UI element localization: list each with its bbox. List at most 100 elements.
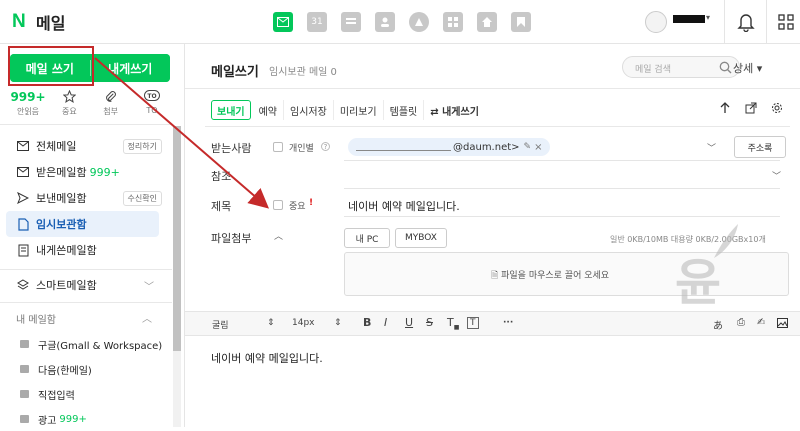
bold-button[interactable]: B [363,316,371,329]
close-icon[interactable]: × [534,142,542,153]
detail-label: 상세 [733,62,754,75]
memo-icon[interactable] [443,12,463,32]
text-color-icon[interactable]: T■ [447,316,459,331]
recipient-chip[interactable]: @daum.net> ✎ × [348,138,550,156]
divider [0,302,172,303]
font-select[interactable]: 굴림 [212,318,229,331]
draft-count[interactable]: 임시보관 메일 0 [269,63,337,78]
scrollbar-thumb[interactable] [173,126,181,351]
mailbox-smart[interactable]: 스마트메일함 ﹀ [0,272,172,298]
my-mailbox-heading[interactable]: 내 메일함 [16,311,56,326]
home-icon[interactable] [477,12,497,32]
chevron-down-icon[interactable]: ﹀ [772,169,781,182]
sidebar-scrollbar[interactable] [173,126,181,427]
mailbox-sent[interactable]: 보낸메일함 수신확인 [0,185,172,211]
bookmark-icon[interactable] [511,12,531,32]
preview-button[interactable]: 미리보기 [334,100,384,120]
mailbox-inbox[interactable]: 받은메일함 999+ [0,159,172,185]
mybox-button[interactable]: MYBOX [395,228,447,248]
quick-label: 안읽음 [16,107,40,116]
contacts-icon[interactable] [341,12,361,32]
editor-body[interactable]: 네이버 예약 메일입니다. [211,350,323,366]
italic-button[interactable]: I [384,316,387,329]
drive-icon[interactable] [409,12,429,32]
read-receipt-button[interactable]: 수신확인 [122,190,162,206]
help-icon[interactable]: ? [321,142,330,151]
folder-item[interactable]: 구글(Gmall & Workspace) [0,332,172,356]
quick-label: 중요 [61,107,77,116]
quick-important[interactable]: 중요 [51,90,87,122]
sort-icon[interactable]: ⇕ [267,318,275,328]
quick-unread[interactable]: 999+ 안읽음 [10,90,46,122]
send-icon [16,191,30,205]
chevron-down-icon[interactable]: ▾ [706,13,710,22]
folder-item[interactable]: 다음(한메일) [0,357,172,381]
naver-logo-letter: N [12,11,26,32]
gear-icon[interactable] [771,102,783,117]
sort-icon[interactable]: ⇕ [334,318,342,328]
chevron-down-icon[interactable]: ﹀ [707,141,716,154]
logo[interactable]: N 메일 [12,10,65,34]
app-switcher: 31 [273,12,531,32]
arrow-up-icon[interactable] [719,102,731,117]
quick-filters: 999+ 안읽음 중요 첨부 TO TO [10,90,170,122]
write-to-self-toggle[interactable]: ⇄ 내게쓰기 [424,100,485,120]
template-button[interactable]: 템플릿 [384,100,425,120]
underline-button[interactable]: U [405,316,413,329]
subject-label: 제목 [211,200,232,213]
mailbox-label: 받은메일함 [36,166,87,179]
note-icon [16,243,30,257]
schedule-button[interactable]: 예약 [253,100,285,120]
draft-icon [16,217,30,231]
font-size-select[interactable]: 14px [292,318,315,328]
bell-icon[interactable] [737,12,755,33]
search-icon[interactable] [719,61,732,77]
quick-label: 첨부 [103,107,119,116]
organize-button[interactable]: 정리하기 [122,138,162,154]
sidebar: 메일 쓰기 내게쓰기 999+ 안읽음 중요 첨부 TO TO 전체메일 정리하… [0,44,185,427]
search-input[interactable]: 메일 검색 [622,56,740,78]
edit-icon[interactable]: ✎ [524,142,532,152]
spellcheck-icon[interactable]: あ [713,317,723,332]
popout-icon[interactable] [745,102,757,117]
mailbox-drafts[interactable]: 임시보관함 [6,211,159,237]
address-book-icon[interactable] [375,12,395,32]
folder-item[interactable]: 직접입력 [0,382,172,406]
text-background-icon[interactable]: T [467,317,479,329]
image-icon[interactable] [777,318,788,331]
private-checkbox[interactable] [273,142,283,152]
divider [766,0,767,44]
mailbox-all[interactable]: 전체메일 정리하기 [0,133,172,159]
send-button[interactable]: 보내기 [211,100,251,120]
save-icon[interactable]: ⎙ [737,317,745,328]
address-book-button[interactable]: 주소록 [734,136,786,158]
chevron-up-icon[interactable]: ︿ [142,310,152,325]
write-to-self-button[interactable]: 내게쓰기 [90,54,170,82]
chevron-down-icon[interactable]: ﹀ [144,278,154,293]
my-pc-button[interactable]: 내 PC [344,228,390,248]
signature-icon[interactable]: ✍ [757,317,765,328]
mailbox-label: 보낸메일함 [36,192,87,205]
chevron-up-icon[interactable]: ︿ [274,229,283,242]
detail-search-button[interactable]: 상세 ▾ [733,60,762,76]
calendar-icon[interactable]: 31 [307,12,327,32]
folder-label: 구글(Gmall & Workspace) [38,340,163,352]
divider [724,0,725,44]
important-label: 중요 [289,202,306,212]
divider [0,269,172,270]
save-draft-button[interactable]: 임시저장 [284,100,334,120]
quick-to-me[interactable]: TO TO [134,90,170,122]
profile-name-redacted[interactable] [673,15,705,23]
avatar[interactable] [645,11,667,33]
quick-attachment[interactable]: 첨부 [93,90,129,122]
folder-item[interactable]: 광고 999+ [0,407,172,431]
subject-input[interactable]: 네이버 예약 메일입니다. [348,198,460,214]
mailbox-to-self[interactable]: 내게쓴메일함 [0,237,172,263]
strikethrough-button[interactable]: S [426,316,433,329]
grid-icon[interactable] [778,14,794,30]
highlight-box [8,46,94,86]
important-checkbox[interactable] [273,200,283,210]
mail-icon[interactable] [273,12,293,32]
editor-toolbar: 굴림 ⇕ 14px ⇕ B I U S T■ T ··· あ ⎙ ✍ [185,311,800,336]
more-button[interactable]: ··· [503,318,513,328]
